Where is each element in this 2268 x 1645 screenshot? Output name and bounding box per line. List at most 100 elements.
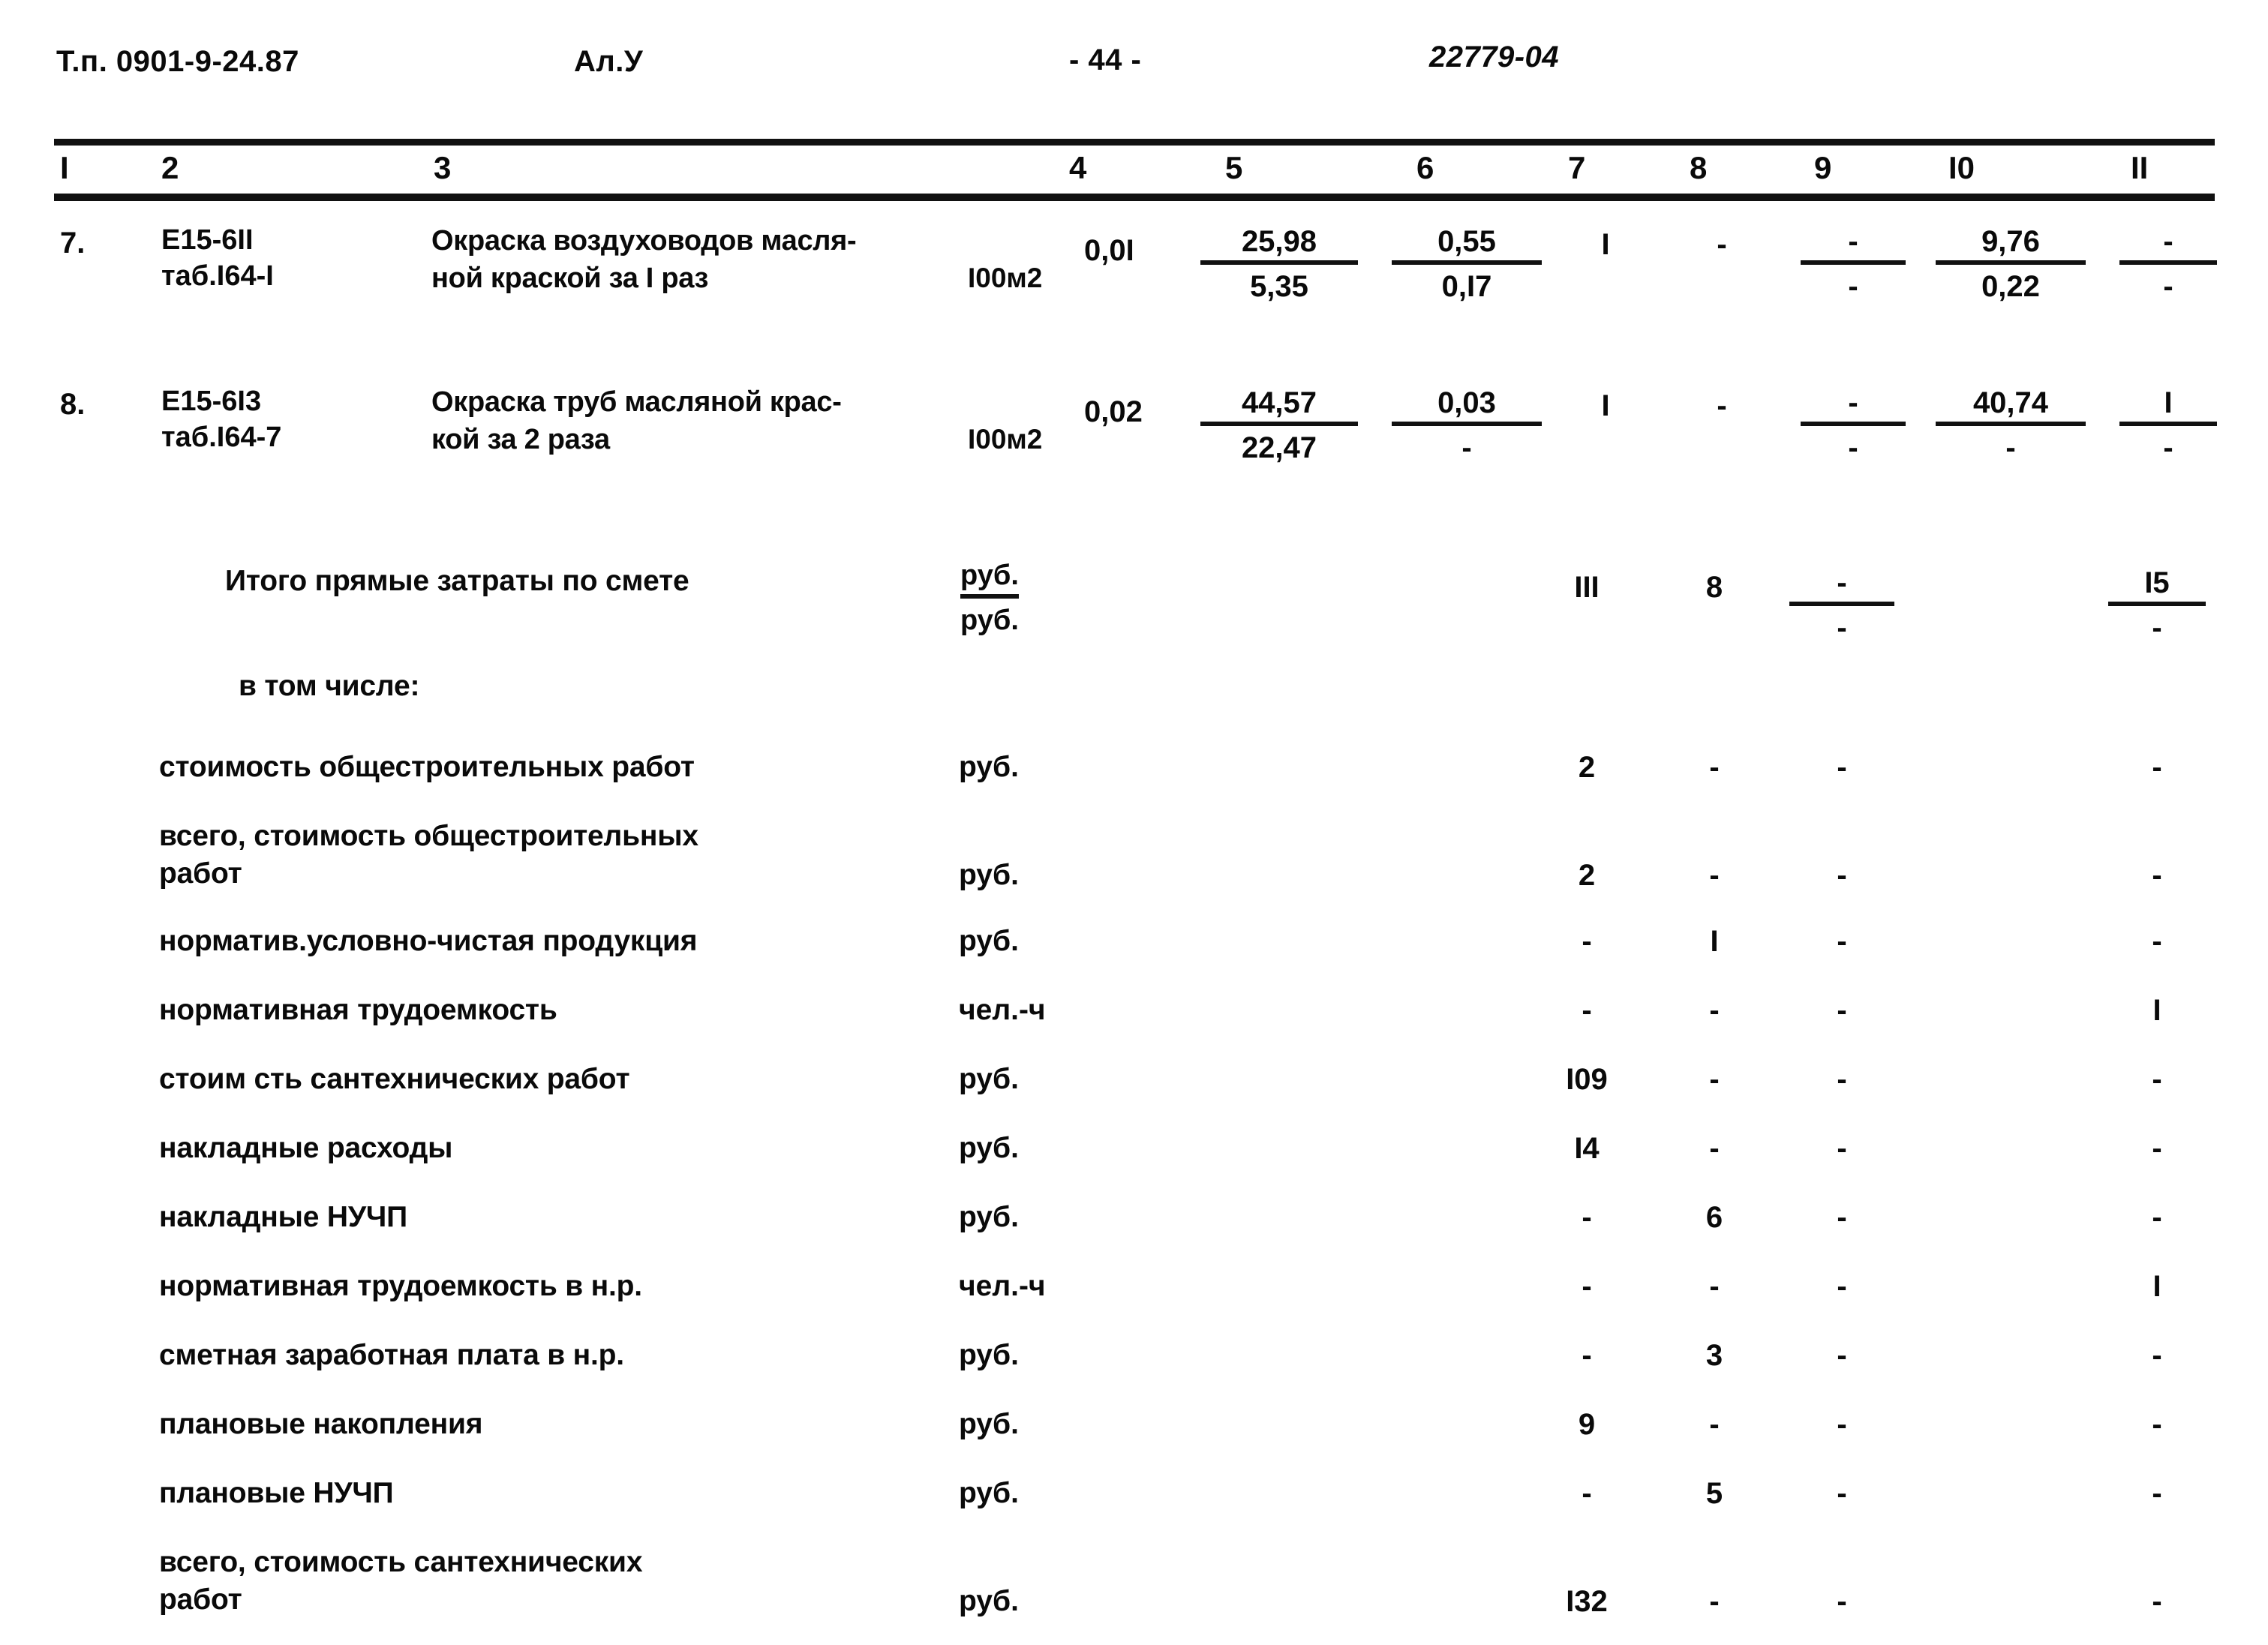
item-quantity: 0,02 [1084,395,1143,428]
item-norm-code-line2: таб.I64-7 [161,422,282,453]
breakdown-label: накладные НУЧП [159,1201,407,1233]
breakdown-label: плановые накопления [159,1408,483,1440]
breakdown-unit: чел.-ч [959,1270,1046,1302]
table-row: 8. Е15-6I3 таб.I64-7 Окраска труб масляно… [0,362,2268,550]
item-number: 7. [60,227,86,260]
breakdown-unit: руб. [959,1063,1019,1095]
breakdown-row: сметная заработная плата в н.р. руб. - 3 - - [0,1333,2268,1402]
breakdown-unit: руб. [959,1201,1019,1233]
estimate-table: 7. Е15-6II таб.I64-I Окраска воздуховодов… [0,201,2268,1645]
item-description: Окраска воздуховодов масля-ной краской з… [431,222,857,297]
item-col11-denominator: - [2163,431,2173,464]
column-number-7: 7 [1568,150,1586,185]
column-number-11: II [2131,150,2149,185]
breakdown-label: норматив.условно-чистая продукция [159,925,698,957]
item-col8-value: - [1717,228,1727,261]
breakdown-unit: руб. [959,1339,1019,1371]
item-col6-numerator: 0,03 [1392,385,1542,426]
item-col9-numerator: - [1801,385,1906,426]
item-col6-denominator: - [1461,431,1472,464]
item-col10-denominator: 0,22 [1981,270,2040,303]
item-unit: I00м2 [968,424,1043,455]
breakdown-col9-value: - [1837,994,1847,1027]
breakdown-col11-value: - [2152,925,2162,958]
breakdown-row: накладные расходы руб. I4 - - - [0,1126,2268,1195]
item-number: 8. [60,388,86,421]
breakdown-row: стоимость общестроительных работ руб. 2 - - - [0,745,2268,814]
item-description-line1: Окраска воздуховодов масля- [431,225,857,257]
item-col11-numerator: - [2119,224,2217,265]
breakdown-unit: руб. [959,925,1019,957]
document-code: 22779-04 [1429,41,1560,74]
column-number-3: 3 [434,150,452,185]
item-col6-value: 0,03 - [1392,385,1542,466]
breakdown-col8-value: 6 [1705,1201,1723,1234]
column-number-9: 9 [1814,150,1832,185]
totals-col11-denominator: - [2152,611,2162,644]
totals-label: Итого прямые затраты по смете [225,565,689,597]
item-col5-denominator: 22,47 [1241,431,1317,464]
breakdown-row: нормативная трудоемкость чел.-ч - - - I [0,988,2268,1057]
breakdown-unit: руб. [959,1585,1019,1617]
breakdown-col11-value: - [2152,1477,2162,1510]
breakdown-label: всего, стоимость общестроительных [159,820,698,852]
breakdown-col8-value: - [1709,1063,1720,1096]
item-col5-numerator: 25,98 [1200,224,1358,265]
item-col10-denominator: - [2005,431,2016,464]
item-col10-numerator: 9,76 [1936,224,2086,265]
breakdown-col8-value: - [1709,859,1720,892]
item-norm-code-line1: Е15-6I3 [161,386,262,417]
breakdown-col9-value: - [1837,1408,1847,1441]
breakdown-col8-value: 5 [1705,1477,1723,1510]
breakdown-unit: руб. [959,1132,1019,1164]
item-col11-value: I - [2119,385,2217,466]
item-quantity: 0,0I [1084,234,1134,267]
totals-col11-numerator: I5 [2108,565,2206,606]
breakdown-rows: стоимость общестроительных работ руб. 2 - - -… [0,745,2268,1645]
item-description-line1: Окраска труб масляной крас- [431,386,842,418]
column-number-8: 8 [1690,150,1708,185]
breakdown-unit: руб. [959,859,1019,891]
breakdown-col7-value: - [1582,1270,1592,1303]
document-header: Т.п. 0901-9-24.87 Ал.У - 44 - 22779-04 [0,41,2268,90]
item-col11-value: - - [2119,224,2217,305]
breakdown-col8-value: - [1709,1132,1720,1165]
column-number-2: 2 [161,150,179,185]
breakdown-col11-value: - [2152,1408,2162,1441]
breakdown-col11-value: I [2152,1270,2161,1303]
breakdown-col7-value: I32 [1566,1585,1608,1618]
breakdown-col11-value: - [2152,1201,2162,1234]
table-header-rule [54,194,2215,201]
item-norm-code-line2: таб.I64-I [161,260,274,292]
item-col10-value: 9,76 0,22 [1936,224,2086,305]
including-label: в том числе: [239,670,420,702]
totals-unit-denominator: руб. [960,605,1019,636]
item-col9-denominator: - [1848,431,1858,464]
breakdown-col7-value: - [1582,1201,1592,1234]
breakdown-col7-value: - [1582,1339,1592,1372]
item-col9-value: - - [1801,224,1906,305]
breakdown-col9-value: - [1837,1477,1847,1510]
totals-col11-value: I5 - [2108,565,2206,646]
breakdown-col8-value: - [1709,994,1720,1027]
totals-col8-value: 8 [1705,571,1723,604]
breakdown-row: стоим сть сантехнических работ руб. I09 - - - [0,1057,2268,1126]
column-number-row: I 2 3 4 5 6 7 8 9 I0 II [0,147,2268,194]
breakdown-col7-value: - [1582,994,1592,1027]
item-col7-value: I [1601,389,1610,422]
totals-unit: руб. руб. [960,557,1103,638]
breakdown-col7-value: 2 [1578,751,1596,784]
breakdown-col8-value: - [1709,751,1720,784]
breakdown-col7-value: I09 [1566,1063,1608,1096]
totals-col7-value: III [1574,571,1600,604]
breakdown-col8-value: - [1709,1408,1720,1441]
document-type-code: Т.п. 0901-9-24.87 [56,45,299,78]
breakdown-col9-value: - [1837,1201,1847,1234]
totals-col9-value: - - [1789,565,1894,646]
breakdown-col11-value: - [2152,1585,2162,1618]
table-top-rule [54,139,2215,146]
totals-unit-numerator: руб. [960,557,1019,599]
document-page: Т.п. 0901-9-24.87 Ал.У - 44 - 22779-04 I… [0,0,2268,1618]
column-number-1: I [60,150,69,185]
breakdown-col9-value: - [1837,1132,1847,1165]
